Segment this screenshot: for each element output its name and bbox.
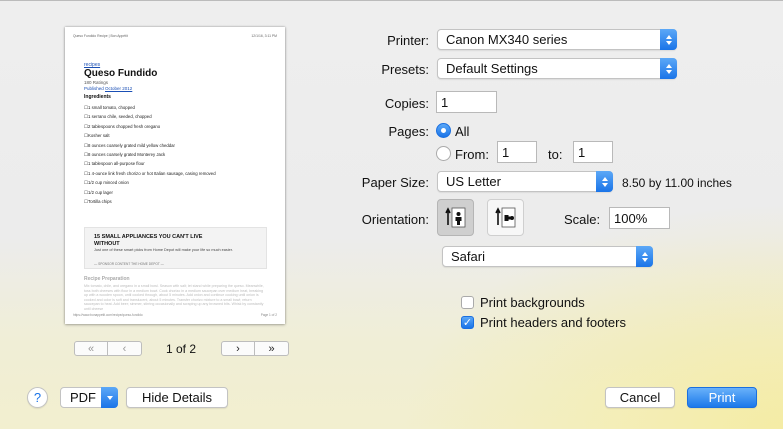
preview-prep-text: Mix tomato, chile, and oregano in a smal… xyxy=(84,284,264,311)
cancel-button[interactable]: Cancel xyxy=(605,387,675,408)
page-nav-forward: › » xyxy=(221,341,289,356)
presets-select-value: Default Settings xyxy=(446,61,538,76)
checkmark-icon: ✓ xyxy=(462,317,473,329)
help-icon: ? xyxy=(33,390,42,405)
preview-header-date: 12/1/16, 3:11 PM xyxy=(251,34,277,38)
preview-published-prefix: Published xyxy=(84,86,106,91)
pages-from-field[interactable]: 1 xyxy=(497,141,537,163)
print-headers-footers-label: Print headers and footers xyxy=(480,315,626,330)
options-section-value: Safari xyxy=(451,249,485,264)
ingredient-item: 1/2 cup minced onion xyxy=(84,178,216,187)
print-backgrounds-checkbox[interactable] xyxy=(461,296,474,309)
options-section-select[interactable]: Safari xyxy=(442,246,653,267)
copies-label: Copies: xyxy=(384,96,429,111)
portrait-icon xyxy=(444,206,465,227)
orientation-label: Orientation: xyxy=(361,212,429,227)
printer-select-value: Canon MX340 series xyxy=(446,32,568,47)
portrait-orientation-button[interactable] xyxy=(437,199,474,236)
hide-details-button[interactable]: Hide Details xyxy=(126,387,228,408)
previous-page-button[interactable]: ‹ xyxy=(108,341,142,356)
preview-ad: 15 SMALL APPLIANCES YOU CAN'T LIVE WITHO… xyxy=(84,227,267,269)
updown-arrows-icon xyxy=(596,171,613,192)
preview-ingredients-heading: Ingredients xyxy=(84,94,111,100)
updown-arrows-icon xyxy=(660,29,677,50)
scale-field[interactable]: 100% xyxy=(609,207,670,229)
paper-size-label: Paper Size: xyxy=(361,175,429,190)
pages-all-radio[interactable] xyxy=(436,123,451,138)
landscape-icon xyxy=(494,206,515,227)
chevron-down-icon xyxy=(101,387,118,408)
preview-footer-page: Page 1 of 2 xyxy=(260,313,277,317)
preview-ingredients-list: 1 small tomato, chopped 1 serrano chile,… xyxy=(84,103,216,206)
next-page-button[interactable]: › xyxy=(221,341,255,356)
last-page-button[interactable]: » xyxy=(255,341,289,356)
pages-to-label: to: xyxy=(548,147,563,162)
print-backgrounds-label: Print backgrounds xyxy=(480,295,585,310)
help-button[interactable]: ? xyxy=(27,387,48,408)
pdf-button-label: PDF xyxy=(70,390,96,405)
pages-to-field[interactable]: 1 xyxy=(573,141,613,163)
preview-ad-sponsor: — SPONSOR CONTENT THE HOME DEPOT — xyxy=(94,262,164,266)
pages-range-radio[interactable] xyxy=(436,146,451,161)
paper-dimensions: 8.50 by 11.00 inches xyxy=(622,176,732,190)
print-headers-footers-checkbox[interactable]: ✓ xyxy=(461,316,474,329)
paper-size-select[interactable]: US Letter xyxy=(437,171,613,192)
presets-label: Presets: xyxy=(381,62,429,77)
print-dialog: Queso Fundido Recipe | Bon Appétit 12/1/… xyxy=(0,0,783,429)
page-counter: 1 of 2 xyxy=(166,342,197,356)
pages-all-label: All xyxy=(455,124,470,139)
ingredient-item: 1 tablespoon all-purpose flour xyxy=(84,159,216,168)
printer-label: Printer: xyxy=(387,33,429,48)
ingredient-item: Tortilla chips xyxy=(84,197,216,206)
preview-prep-heading: Recipe Preparation xyxy=(84,276,130,282)
ingredient-item: Kosher salt xyxy=(84,131,216,140)
updown-arrows-icon xyxy=(660,58,677,79)
page-nav-back: « ‹ xyxy=(74,341,142,356)
paper-size-select-value: US Letter xyxy=(446,174,501,189)
preview-header-title: Queso Fundido Recipe | Bon Appétit xyxy=(73,34,128,38)
preview-header: Queso Fundido Recipe | Bon Appétit 12/1/… xyxy=(73,34,277,38)
preview-footer: https://www.bonappetit.com/recipe/queso-… xyxy=(73,313,277,317)
page-preview: Queso Fundido Recipe | Bon Appétit 12/1/… xyxy=(65,27,285,324)
scale-label: Scale: xyxy=(564,212,601,227)
preview-ad-body: Just one of these smart picks from Home … xyxy=(94,248,233,252)
print-button[interactable]: Print xyxy=(687,387,757,408)
printer-select[interactable]: Canon MX340 series xyxy=(437,29,677,50)
pages-label: Pages: xyxy=(388,124,429,139)
pdf-menu-button[interactable]: PDF xyxy=(60,387,118,408)
ingredient-item: 8 ounces coarsely grated mild yellow che… xyxy=(84,141,216,150)
first-page-button[interactable]: « xyxy=(74,341,108,356)
preview-title: Queso Fundido xyxy=(84,68,158,79)
preview-published: Published October 2012 xyxy=(84,86,132,91)
ingredient-item: 1 4-ounce link fresh chorizo or hot Ital… xyxy=(84,169,216,178)
preview-ad-title: 15 SMALL APPLIANCES YOU CAN'T LIVE WITHO… xyxy=(94,234,203,247)
ingredient-item: 1 serrano chile, seeded, chopped xyxy=(84,112,216,121)
ingredient-item: 2 tablespoons chopped fresh oregano xyxy=(84,122,216,131)
ingredient-item: 1 small tomato, chopped xyxy=(84,103,216,112)
pages-from-label: From: xyxy=(455,147,489,162)
ingredient-item: 8 ounces coarsely grated Monterey Jack xyxy=(84,150,216,159)
updown-arrows-icon xyxy=(636,246,653,267)
ingredient-item: 1/2 cup lager xyxy=(84,188,216,197)
preview-footer-url: https://www.bonappetit.com/recipe/queso-… xyxy=(73,313,143,317)
preview-ratings: 180 Ratings xyxy=(84,80,109,85)
copies-field[interactable]: 1 xyxy=(436,91,497,113)
presets-select[interactable]: Default Settings xyxy=(437,58,677,79)
landscape-orientation-button[interactable] xyxy=(487,199,524,236)
preview-published-date: October 2012 xyxy=(105,86,133,91)
